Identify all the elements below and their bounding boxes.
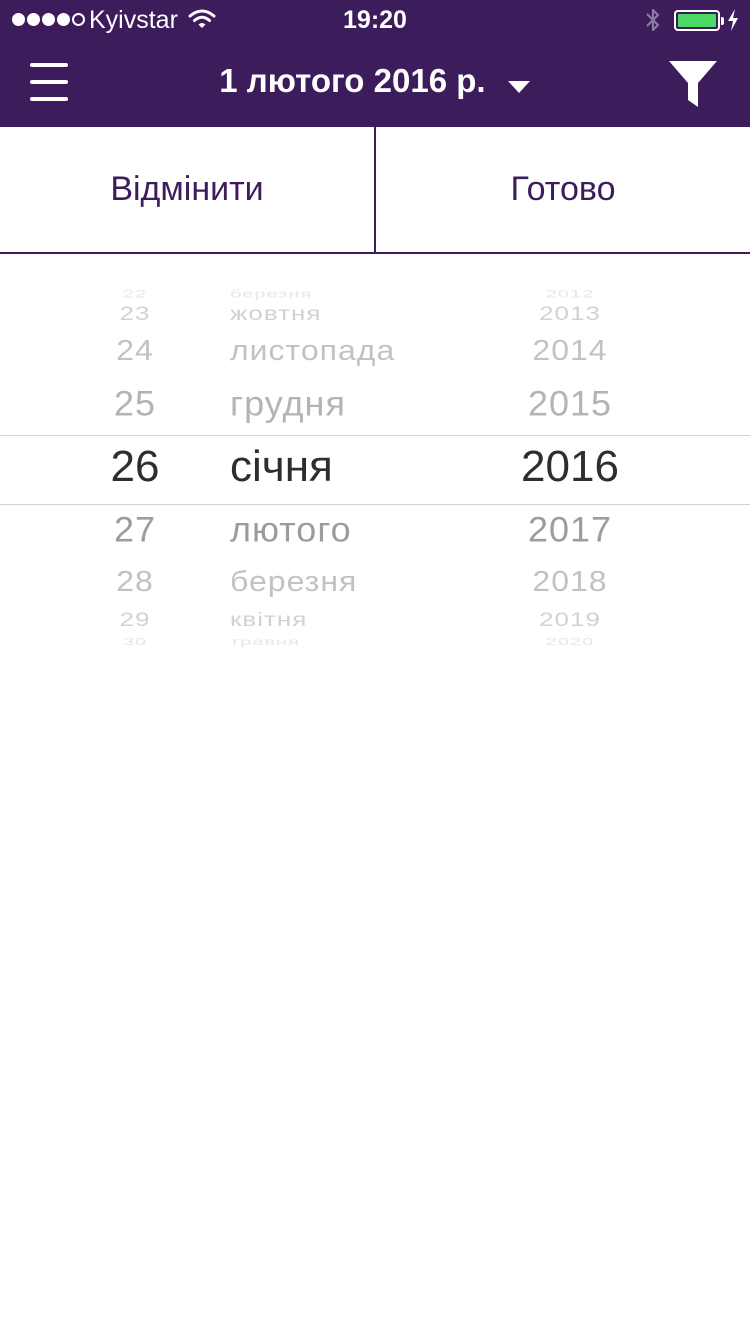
month-option[interactable]: листопада xyxy=(230,336,490,365)
month-option[interactable]: грудня xyxy=(230,386,490,422)
charging-icon xyxy=(726,8,740,39)
day-option[interactable]: 22 xyxy=(80,289,190,300)
year-option[interactable]: 2012 xyxy=(500,289,640,300)
month-option[interactable]: травня xyxy=(230,637,490,647)
page-title: 1 лютого 2016 р. xyxy=(219,62,486,99)
done-button[interactable]: Готово xyxy=(376,127,750,252)
day-option[interactable]: 29 xyxy=(80,609,190,629)
year-selected[interactable]: 2016 xyxy=(500,445,640,489)
day-option[interactable]: 28 xyxy=(80,567,190,596)
menu-icon[interactable] xyxy=(30,63,68,103)
year-option[interactable]: 2020 xyxy=(500,637,640,647)
year-option[interactable]: 2019 xyxy=(500,609,640,629)
month-option[interactable]: березня xyxy=(230,567,490,596)
filter-icon[interactable] xyxy=(668,60,718,108)
day-selected[interactable]: 26 xyxy=(80,445,190,489)
date-dropdown-button[interactable]: 1 лютого 2016 р. xyxy=(150,62,600,106)
status-bar: Kyivstar 19:20 xyxy=(0,0,750,40)
year-option[interactable]: 2014 xyxy=(500,336,640,365)
picker-toolbar: Відмінити Готово xyxy=(0,127,750,254)
status-time: 19:20 xyxy=(343,6,407,34)
day-option[interactable]: 30 xyxy=(80,637,190,647)
chevron-down-icon xyxy=(507,64,531,102)
year-option[interactable]: 2013 xyxy=(500,303,640,323)
year-option[interactable]: 2018 xyxy=(500,567,640,596)
day-option[interactable]: 24 xyxy=(80,336,190,365)
month-selected[interactable]: січня xyxy=(230,445,490,489)
date-picker[interactable]: 22 23 24 25 26 27 28 29 30 березня жовтня листопад… xyxy=(0,280,750,650)
day-wheel[interactable]: 22 23 24 25 26 27 28 29 30 xyxy=(80,280,190,650)
day-option[interactable]: 23 xyxy=(80,303,190,323)
bluetooth-icon xyxy=(644,7,662,40)
battery-icon xyxy=(674,10,724,31)
cancel-button[interactable]: Відмінити xyxy=(0,127,374,252)
month-wheel[interactable]: березня жовтня листопада грудня січня лютого б… xyxy=(230,280,490,650)
year-wheel[interactable]: 2012 2013 2014 2015 2016 2017 2018 2019 2020 xyxy=(500,280,640,650)
month-option[interactable]: квітня xyxy=(230,609,490,629)
month-option[interactable]: жовтня xyxy=(230,303,490,323)
month-option[interactable]: березня xyxy=(230,289,490,300)
month-option[interactable]: лютого xyxy=(230,512,490,548)
year-option[interactable]: 2017 xyxy=(500,512,640,548)
year-option[interactable]: 2015 xyxy=(500,386,640,422)
day-option[interactable]: 27 xyxy=(80,512,190,548)
day-option[interactable]: 25 xyxy=(80,386,190,422)
navigation-bar: Kyivstar 19:20 1 лютого 2016 р. xyxy=(0,0,750,127)
